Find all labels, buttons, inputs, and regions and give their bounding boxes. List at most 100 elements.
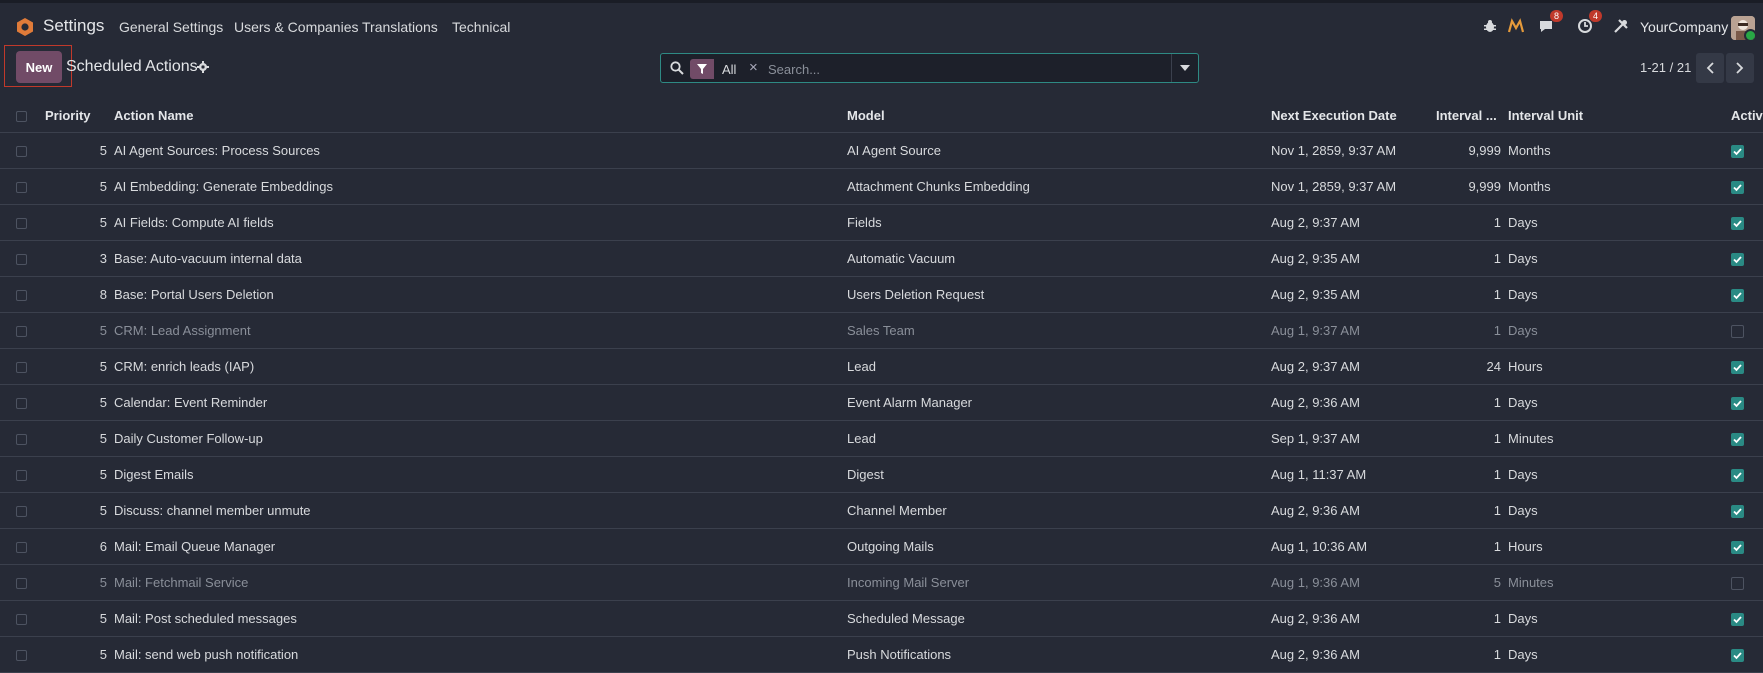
check-icon [1733, 400, 1742, 408]
table-row[interactable]: 5 Discuss: channel member unmute Channel M… [0, 492, 1763, 529]
active-toggle[interactable] [1731, 289, 1744, 303]
cell-interval-number: 24 [1436, 348, 1501, 385]
column-header-active[interactable]: Activ [1731, 98, 1763, 133]
table-row[interactable]: 5 AI Agent Sources: Process Sources AI Age… [0, 132, 1763, 169]
messages-icon[interactable]: 8 [1538, 10, 1563, 39]
row-checkbox[interactable] [16, 290, 27, 302]
cell-interval-number: 1 [1436, 384, 1501, 421]
cell-action-name: Mail: Email Queue Manager [114, 528, 847, 565]
active-toggle[interactable] [1731, 217, 1744, 231]
cell-priority: 5 [45, 600, 107, 637]
debug-icon[interactable] [1483, 15, 1499, 39]
column-header-priority[interactable]: Priority [45, 98, 107, 133]
active-toggle[interactable] [1731, 433, 1744, 447]
company-switcher[interactable]: YourCompany [1640, 19, 1728, 35]
cell-action-name: CRM: enrich leads (IAP) [114, 348, 847, 385]
pager-value[interactable]: 1-21 / 21 [1640, 60, 1691, 75]
table-row[interactable]: 5 Daily Customer Follow-up Lead Sep 1, 9:37… [0, 420, 1763, 457]
table-row[interactable]: 5 Mail: Post scheduled messages Scheduled … [0, 600, 1763, 637]
app-name[interactable]: Settings [43, 16, 104, 36]
cell-next-execution: Aug 2, 9:36 AM [1271, 636, 1436, 673]
cell-interval-unit: Days [1508, 636, 1731, 673]
select-all-checkbox[interactable] [16, 110, 27, 122]
cell-interval-number: 1 [1436, 240, 1501, 277]
active-toggle[interactable] [1731, 325, 1744, 339]
cell-action-name: Daily Customer Follow-up [114, 420, 847, 457]
menu-technical[interactable]: Technical [452, 19, 510, 35]
check-icon [1733, 184, 1742, 192]
row-checkbox[interactable] [16, 182, 27, 194]
facet-close-icon[interactable]: × [749, 59, 758, 76]
search-input[interactable] [766, 58, 1170, 80]
menu-users-companies[interactable]: Users & Companies [234, 19, 359, 35]
cell-next-execution: Aug 2, 9:35 AM [1271, 276, 1436, 313]
row-checkbox[interactable] [16, 254, 27, 266]
column-header-next-execution[interactable]: Next Execution Date [1271, 98, 1436, 133]
ai-icon[interactable] [1507, 15, 1526, 39]
new-button[interactable]: New [16, 51, 62, 83]
active-toggle[interactable] [1731, 397, 1744, 411]
active-toggle[interactable] [1731, 541, 1744, 555]
table-row[interactable]: 5 Calendar: Event Reminder Event Alarm Man… [0, 384, 1763, 421]
cell-priority: 5 [45, 132, 107, 169]
row-checkbox[interactable] [16, 326, 27, 338]
table-row[interactable]: 5 CRM: enrich leads (IAP) Lead Aug 2, 9:37 … [0, 348, 1763, 385]
gear-icon[interactable] [197, 61, 209, 73]
table-row[interactable]: 5 Digest Emails Digest Aug 1, 11:37 AM 1 Days [0, 456, 1763, 493]
cell-action-name: Base: Auto-vacuum internal data [114, 240, 847, 277]
active-toggle[interactable] [1731, 649, 1744, 663]
table-row[interactable]: 3 Base: Auto-vacuum internal data Automati… [0, 240, 1763, 277]
search-options-toggle[interactable] [1171, 54, 1198, 82]
cell-priority: 5 [45, 312, 107, 349]
active-toggle[interactable] [1731, 577, 1744, 591]
table-row[interactable]: 5 AI Embedding: Generate Embeddings Attach… [0, 168, 1763, 205]
column-header-action-name[interactable]: Action Name [114, 98, 847, 133]
row-checkbox[interactable] [16, 434, 27, 446]
tools-icon[interactable] [1613, 15, 1631, 39]
active-toggle[interactable] [1731, 145, 1744, 159]
pager-previous-button[interactable] [1696, 53, 1724, 83]
row-checkbox[interactable] [16, 218, 27, 230]
active-toggle[interactable] [1731, 361, 1744, 375]
check-icon [1733, 472, 1742, 480]
menu-translations[interactable]: Translations [362, 19, 438, 35]
column-header-interval-unit[interactable]: Interval Unit [1508, 98, 1731, 133]
app-logo-icon[interactable] [15, 17, 35, 37]
cell-interval-unit: Days [1508, 276, 1731, 313]
cell-priority: 6 [45, 528, 107, 565]
row-checkbox[interactable] [16, 362, 27, 374]
table-row[interactable]: 5 AI Fields: Compute AI fields Fields Aug 2… [0, 204, 1763, 241]
menu-general-settings[interactable]: General Settings [119, 19, 223, 35]
row-checkbox[interactable] [16, 542, 27, 554]
table-row[interactable]: 5 Mail: Fetchmail Service Incoming Mail Se… [0, 564, 1763, 601]
table-row[interactable]: 5 CRM: Lead Assignment Sales Team Aug 1, 9:… [0, 312, 1763, 349]
user-avatar[interactable] [1731, 16, 1755, 40]
active-toggle[interactable] [1731, 613, 1744, 627]
cell-interval-number: 1 [1436, 636, 1501, 673]
active-toggle[interactable] [1731, 253, 1744, 267]
check-icon [1733, 292, 1742, 300]
row-checkbox[interactable] [16, 650, 27, 662]
column-header-interval-number[interactable]: Interval ... [1436, 98, 1501, 133]
cell-priority: 5 [45, 636, 107, 673]
row-checkbox[interactable] [16, 470, 27, 482]
pager-next-button[interactable] [1726, 53, 1754, 83]
column-header-model[interactable]: Model [847, 98, 1271, 133]
cell-next-execution: Nov 1, 2859, 9:37 AM [1271, 132, 1436, 169]
table-row[interactable]: 5 Mail: send web push notification Push No… [0, 636, 1763, 673]
cell-next-execution: Aug 2, 9:36 AM [1271, 384, 1436, 421]
active-toggle[interactable] [1731, 469, 1744, 483]
row-checkbox[interactable] [16, 506, 27, 518]
active-toggle[interactable] [1731, 505, 1744, 519]
search-icon[interactable] [670, 61, 684, 75]
row-checkbox[interactable] [16, 614, 27, 626]
row-checkbox[interactable] [16, 146, 27, 158]
row-checkbox[interactable] [16, 578, 27, 590]
row-checkbox[interactable] [16, 398, 27, 410]
activities-icon[interactable]: 4 [1577, 10, 1602, 39]
table-row[interactable]: 6 Mail: Email Queue Manager Outgoing Mails… [0, 528, 1763, 565]
cell-model: Channel Member [847, 492, 1271, 529]
table-row[interactable]: 8 Base: Portal Users Deletion Users Deleti… [0, 276, 1763, 313]
cell-interval-number: 9,999 [1436, 132, 1501, 169]
active-toggle[interactable] [1731, 181, 1744, 195]
